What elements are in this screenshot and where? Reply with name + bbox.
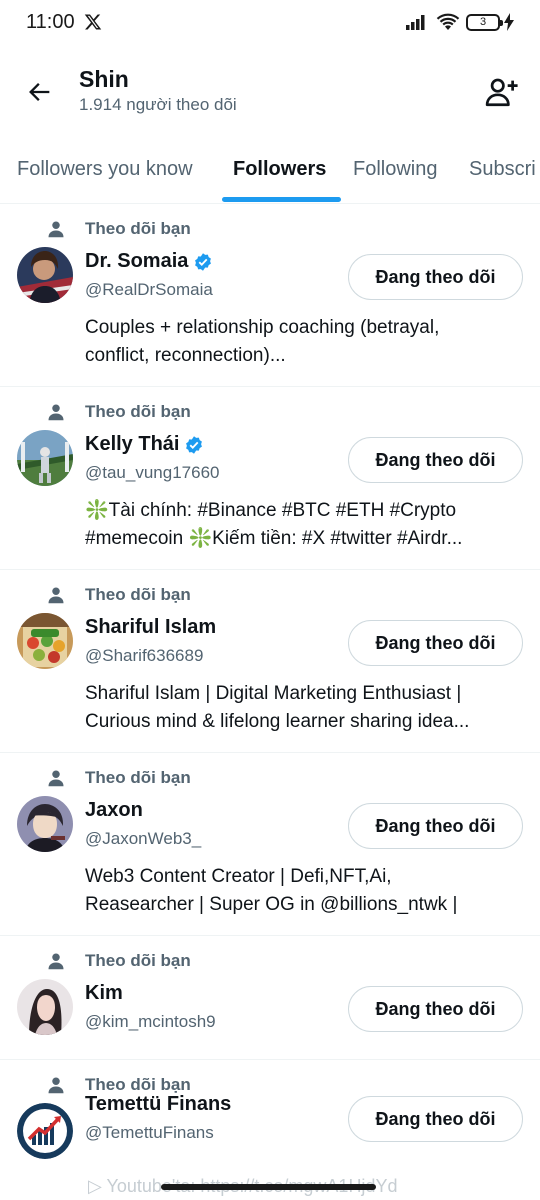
list-item[interactable]: Theo dõi bạn Kim @kim_mcintosh9 Đang the… xyxy=(0,936,540,1060)
page-title: Shin xyxy=(79,66,129,92)
user-name[interactable]: Shariful Islam xyxy=(85,616,216,639)
avatar[interactable] xyxy=(17,796,73,852)
avatar[interactable] xyxy=(17,247,73,303)
person-icon xyxy=(48,587,64,604)
verified-badge-icon xyxy=(186,435,203,454)
add-user-icon xyxy=(485,78,518,107)
list-item[interactable]: Theo dõi bạn Jaxon @JaxonWeb3_ Đang theo… xyxy=(0,753,540,936)
bio-line: conflict, reconnection)... xyxy=(85,345,286,366)
wifi-icon xyxy=(436,13,460,30)
list-item[interactable]: Theo dõi bạn Dr. Somaia @RealDrSomaia Đa… xyxy=(0,204,540,387)
user-bio: Web3 Content Creator | Defi,NFT,Ai, Reas… xyxy=(85,863,525,919)
bio-line: ❇️Tài chính: #Binance #BTC #ETH #Crypto xyxy=(85,500,457,521)
bio-line: Web3 Content Creator | Defi,NFT,Ai, xyxy=(85,866,392,887)
avatar[interactable] xyxy=(17,979,73,1035)
person-icon xyxy=(48,953,64,970)
user-bio: Couples + relationship coaching (betraya… xyxy=(85,314,525,370)
user-bio: Shariful Islam | Digital Marketing Enthu… xyxy=(85,680,525,736)
user-name[interactable]: Kelly Thái xyxy=(85,433,179,456)
user-handle: @RealDrSomaia xyxy=(85,280,213,299)
follows-you-label: Theo dõi bạn xyxy=(85,1075,191,1094)
tab-followers-you-know[interactable]: Followers you know xyxy=(17,158,193,181)
person-icon xyxy=(48,404,64,421)
avatar[interactable] xyxy=(17,613,73,669)
follows-you-label: Theo dõi bạn xyxy=(85,219,191,238)
back-button[interactable] xyxy=(20,72,60,112)
bio-line: Shariful Islam | Digital Marketing Enthu… xyxy=(85,683,462,704)
user-bio: ❇️Tài chính: #Binance #BTC #ETH #Crypto … xyxy=(85,497,525,553)
tab-following[interactable]: Following xyxy=(353,158,437,181)
avatar[interactable] xyxy=(17,430,73,486)
user-handle: @kim_mcintosh9 xyxy=(85,1012,216,1031)
back-arrow-icon xyxy=(29,83,50,101)
bio-line: Reasearcher | Super OG in @billions_ntwk… xyxy=(85,894,458,915)
follows-you-label: Theo dõi bạn xyxy=(85,768,191,787)
profile-header: Shin 1.914 người theo dõi xyxy=(0,46,540,142)
bio-line: #memecoin ❇️Kiếm tiền: #X #twitter #Aird… xyxy=(85,528,463,549)
user-name[interactable]: Kim xyxy=(85,982,123,1005)
follow-user-button[interactable] xyxy=(480,70,524,114)
home-indicator[interactable] xyxy=(161,1184,376,1190)
followers-list: Theo dõi bạn Dr. Somaia @RealDrSomaia Đa… xyxy=(0,204,540,1200)
bio-line: Curious mind & lifelong learner sharing … xyxy=(85,711,470,732)
user-handle: @JaxonWeb3_ xyxy=(85,829,202,848)
tab-bar: Followers you know Followers Following S… xyxy=(0,142,540,204)
following-button[interactable]: Đang theo dõi xyxy=(348,1096,523,1142)
follows-you-label: Theo dõi bạn xyxy=(85,951,191,970)
battery-icon: 3 xyxy=(466,14,503,31)
status-bar: 11:00 3 xyxy=(0,0,540,46)
status-time: 11:00 xyxy=(26,11,75,33)
follows-you-label: Theo dõi bạn xyxy=(85,402,191,421)
active-tab-indicator xyxy=(222,197,341,202)
user-name[interactable]: Jaxon xyxy=(85,799,143,822)
person-icon xyxy=(48,221,64,238)
tab-followers[interactable]: Followers xyxy=(233,158,326,181)
follower-count: 1.914 người theo dõi xyxy=(79,95,237,114)
user-handle: @tau_vung17660 xyxy=(85,463,220,482)
bio-line: Couples + relationship coaching (betraya… xyxy=(85,317,440,338)
user-handle: @TemettuFinans xyxy=(85,1123,214,1142)
avatar[interactable] xyxy=(17,1103,73,1159)
signal-icon xyxy=(406,15,425,30)
tab-subscriptions[interactable]: Subscri xyxy=(469,158,536,181)
user-handle: @Sharif636689 xyxy=(85,646,204,665)
person-icon xyxy=(48,770,64,787)
following-button[interactable]: Đang theo dõi xyxy=(348,620,523,666)
x-logo-icon xyxy=(84,14,102,30)
charging-icon xyxy=(504,13,514,31)
user-name[interactable]: Temettü Finans xyxy=(85,1093,231,1116)
following-button[interactable]: Đang theo dõi xyxy=(348,986,523,1032)
list-item[interactable]: Theo dõi bạn Kelly Thái @tau_vung17660 Đ… xyxy=(0,387,540,570)
user-name[interactable]: Dr. Somaia xyxy=(85,250,188,273)
verified-badge-icon xyxy=(195,252,212,271)
follows-you-label: Theo dõi bạn xyxy=(85,585,191,604)
list-item[interactable]: Theo dõi bạn Shariful Islam @Sharif63668… xyxy=(0,570,540,753)
following-button[interactable]: Đang theo dõi xyxy=(348,254,523,300)
person-icon xyxy=(48,1077,64,1094)
following-button[interactable]: Đang theo dõi xyxy=(348,803,523,849)
following-button[interactable]: Đang theo dõi xyxy=(348,437,523,483)
